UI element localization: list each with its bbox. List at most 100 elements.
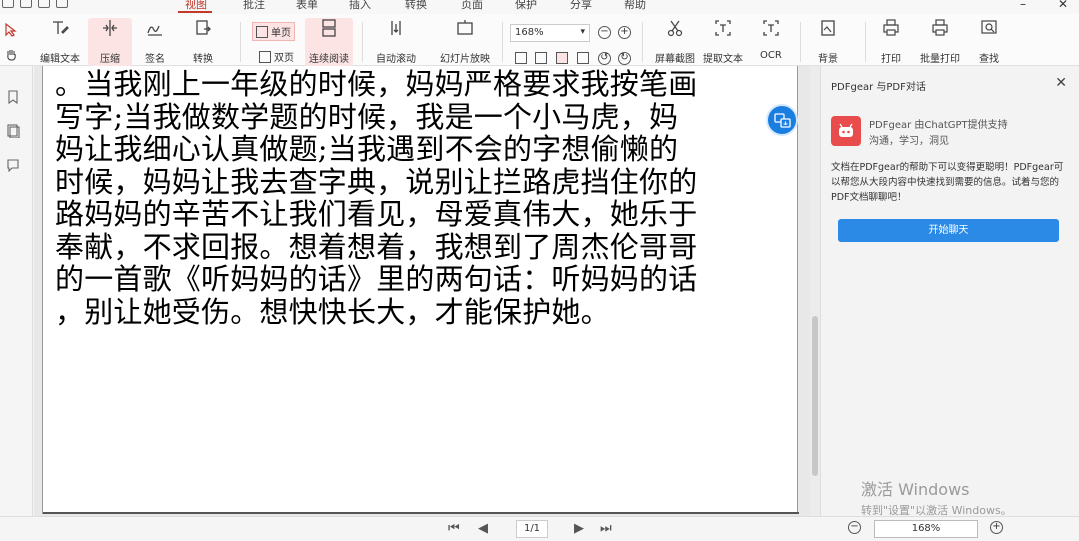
thumbnails-icon[interactable] <box>6 124 20 138</box>
ocr-icon <box>763 20 779 36</box>
status-bar: ⏮ ◀ 1/1 ▶ ⏭ − 168% + <box>0 516 1079 541</box>
find-button[interactable]: 查找 <box>979 18 999 65</box>
tab-share[interactable]: 分享 <box>570 0 592 12</box>
single-page-button[interactable]: 单页 <box>252 22 295 41</box>
tab-insert[interactable]: 插入 <box>349 0 371 12</box>
translate-button[interactable] <box>766 104 798 136</box>
save-icon[interactable] <box>20 0 32 8</box>
batch-print-label: 批量打印 <box>920 54 960 65</box>
zoom-in-icon[interactable]: + <box>618 26 631 39</box>
bookmark-icon[interactable] <box>6 90 20 104</box>
find-label: 查找 <box>979 54 999 65</box>
convert-icon <box>196 20 211 35</box>
toolbar-divider <box>800 22 801 62</box>
double-page-label: 双页 <box>274 53 294 64</box>
next-page-icon[interactable]: ▶ <box>574 521 584 536</box>
page-text: 。当我刚上一年级的时候，妈妈严格要求我按笔画 写字;当我做数学题的时候，我是一个… <box>55 68 785 328</box>
activation-watermark: 激活 Windows 转到"设置"以激活 Windows。 <box>861 476 1012 518</box>
slideshow-label: 幻灯片放映 <box>440 54 490 65</box>
chevron-down-icon: ▾ <box>580 27 585 37</box>
continuous-read-icon <box>322 19 336 37</box>
zoom-dropdown[interactable]: 168% ▾ <box>510 24 590 42</box>
select-cursor-icon[interactable] <box>5 23 17 37</box>
ocr-label: OCR <box>760 50 782 61</box>
single-page-icon <box>256 25 268 38</box>
sign-icon <box>147 25 162 36</box>
sign-button[interactable]: 签名 <box>145 18 165 65</box>
toolbar-divider <box>642 22 643 62</box>
page-number-field[interactable]: 1/1 <box>516 520 548 538</box>
menu-bar: 视图 批注 表单 插入 转换 页面 保护 分享 帮助 – ✕ <box>0 0 1079 14</box>
tab-form[interactable]: 表单 <box>296 0 318 12</box>
comments-icon[interactable] <box>6 158 20 172</box>
close-icon[interactable]: ✕ <box>1055 75 1067 91</box>
zoom-in-icon[interactable]: + <box>990 521 1003 534</box>
tab-annotate[interactable]: 批注 <box>243 0 265 12</box>
rotate-right-icon[interactable]: ↻ <box>618 52 631 65</box>
hand-tool-icon[interactable] <box>5 48 18 61</box>
batch-print-button[interactable]: 批量打印 <box>920 18 960 65</box>
background-label: 背景 <box>818 54 838 65</box>
slideshow-button[interactable]: 幻灯片放映 <box>440 18 490 65</box>
minimize-icon[interactable]: – <box>1020 0 1026 11</box>
robot-icon <box>839 123 853 137</box>
batch-printer-icon <box>932 19 948 36</box>
toolbar-divider <box>240 22 241 62</box>
tab-protect[interactable]: 保护 <box>515 0 537 12</box>
scrollbar-thumb[interactable] <box>812 316 818 476</box>
zoom-out-icon[interactable]: − <box>598 26 611 39</box>
toolbar-divider <box>362 22 363 62</box>
welcome-message: 文档在PDFgear的帮助下可以变得更聪明！PDFgear可以帮您从大段内容中快… <box>831 162 1064 203</box>
ocr-button[interactable]: OCR <box>760 18 782 61</box>
scissors-icon <box>667 20 683 37</box>
fit-visible-icon[interactable] <box>577 52 589 64</box>
zoom-level-field[interactable]: 168% <box>874 520 978 538</box>
last-page-icon[interactable]: ⏭ <box>600 521 612 536</box>
background-icon <box>821 20 835 36</box>
toolbar-divider <box>865 22 866 62</box>
start-chat-button[interactable]: 开始聊天 <box>838 219 1059 242</box>
continuous-read-button[interactable]: 连续阅读 <box>305 18 353 66</box>
convert-button[interactable]: 转换 <box>193 18 213 65</box>
close-window-icon[interactable]: ✕ <box>1058 0 1068 11</box>
background-button[interactable]: 背景 <box>818 18 838 65</box>
compress-label: 压缩 <box>100 54 120 65</box>
extract-text-icon <box>715 20 731 36</box>
vertical-scrollbar[interactable] <box>810 66 820 516</box>
bot-avatar <box>831 116 861 146</box>
fit-width-icon[interactable] <box>535 52 547 64</box>
save-as-icon[interactable] <box>38 0 50 8</box>
previous-page-icon[interactable]: ◀ <box>478 521 488 536</box>
chat-panel-title: PDFgear 与PDF对话 <box>831 82 926 93</box>
edit-text-button[interactable]: 编辑文本 <box>40 18 80 65</box>
tab-help[interactable]: 帮助 <box>624 0 646 12</box>
double-page-button[interactable]: 双页 <box>256 48 297 65</box>
toolbar-divider <box>502 22 503 62</box>
extract-text-button[interactable]: 提取文本 <box>703 18 743 65</box>
document-viewer[interactable]: 。当我刚上一年级的时候，妈妈严格要求我按笔画 写字;当我做数学题的时候，我是一个… <box>34 66 820 516</box>
pdf-page[interactable]: 。当我刚上一年级的时候，妈妈严格要求我按笔画 写字;当我做数学题的时候，我是一个… <box>42 66 799 514</box>
zoom-out-icon[interactable]: − <box>848 521 861 534</box>
print-quick-icon[interactable] <box>56 0 68 8</box>
compress-button[interactable]: 压缩 <box>88 18 132 66</box>
open-file-icon[interactable] <box>2 0 14 8</box>
convert-label: 转换 <box>193 54 213 65</box>
translate-icon <box>774 113 791 128</box>
compress-icon <box>103 20 117 36</box>
left-sidebar-rail <box>0 66 33 541</box>
auto-scroll-button[interactable]: 自动滚动 <box>376 18 416 65</box>
text-line: 写字;当我做数学题的时候，我是一个小马虎，妈 <box>55 100 679 133</box>
actual-size-icon[interactable] <box>556 52 568 64</box>
tab-page[interactable]: 页面 <box>461 0 483 12</box>
fit-page-icon[interactable] <box>515 52 527 64</box>
tab-convert[interactable]: 转换 <box>405 0 427 12</box>
printer-icon <box>883 19 899 36</box>
print-button[interactable]: 打印 <box>881 18 901 65</box>
screenshot-button[interactable]: 屏幕截图 <box>655 18 695 65</box>
rotate-left-icon[interactable]: ↺ <box>598 52 611 65</box>
text-line: 时候，妈妈让我去查字典，说别让拦路虎挡住你的 <box>55 165 698 198</box>
first-page-icon[interactable]: ⏮ <box>448 521 460 536</box>
chat-panel: PDFgear 与PDF对话 ✕ PDFgear 由ChatGPT提供支持 沟通… <box>820 66 1079 518</box>
text-line: 路妈妈的辛苦不让我们看见，母爱真伟大，她乐于 <box>55 198 698 231</box>
ribbon-toolbar: 编辑文本 压缩 签名 转换 单页 双页 连续阅读 自动滚动 幻灯片放映 168%… <box>0 14 1079 66</box>
